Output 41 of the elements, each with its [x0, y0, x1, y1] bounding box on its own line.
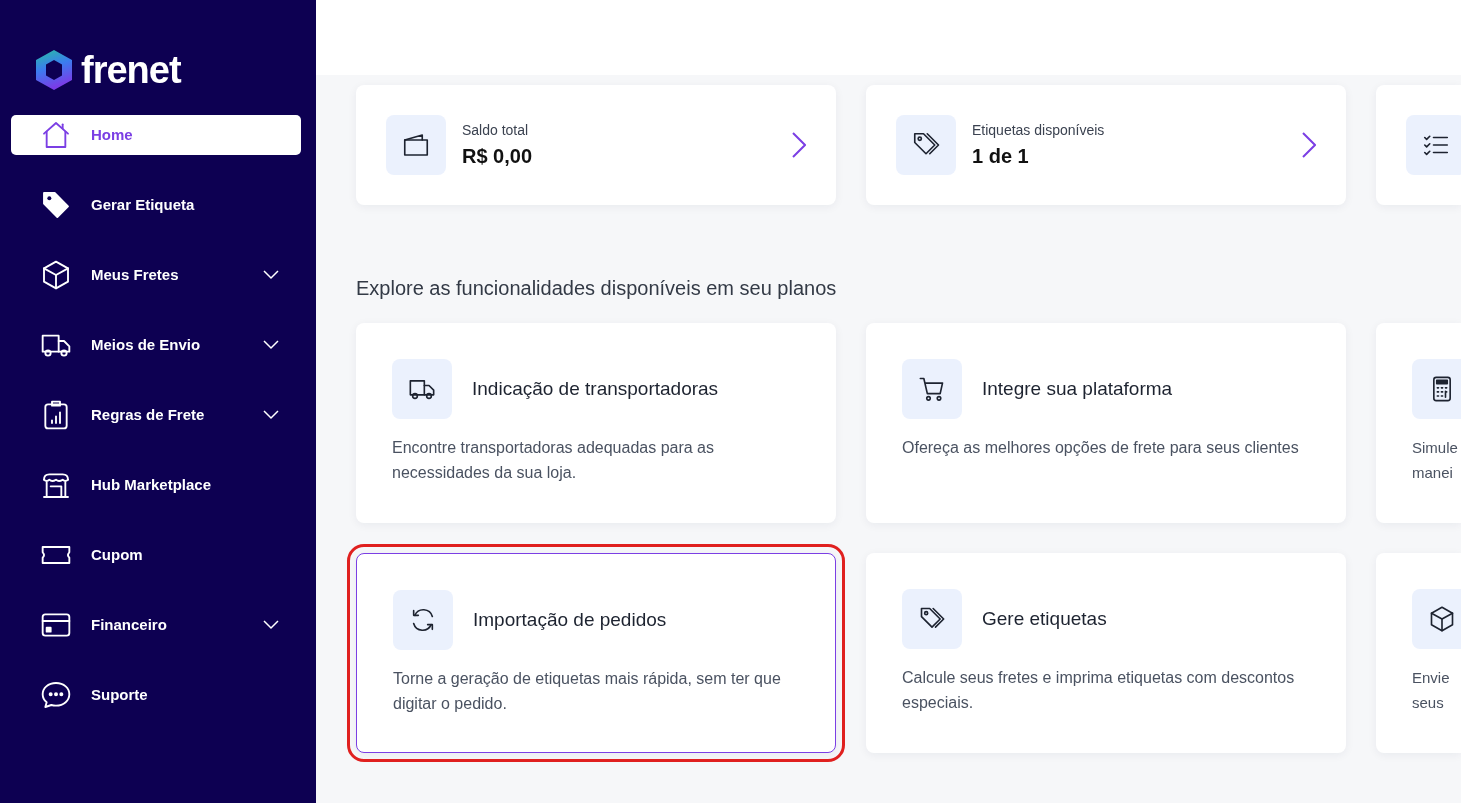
logo-text: frenet [81, 50, 181, 89]
sidebar-item[interactable]: Gerar Etiqueta [11, 185, 301, 225]
logo-icon [35, 49, 73, 90]
feature-description: Calcule seus fretes e imprima etiquetas com descontos especiais. [902, 668, 1296, 713]
sidebar-item[interactable]: Hub Marketplace [11, 465, 301, 505]
summary-value: R$ 0,00 [462, 143, 534, 169]
sidebar-item[interactable]: Home [11, 115, 301, 155]
feature-description: Torne a geração de etiquetas mais rápida, sem ter que digitar o pedido. [393, 669, 782, 714]
sidebar-item[interactable]: Meus Fretes [11, 255, 301, 295]
tag-icon [40, 189, 72, 221]
cart-icon [918, 375, 946, 403]
sidebar-item[interactable]: Regras de Frete [11, 395, 301, 435]
section-title: Explore as funcionalidades disponíveis em seu planos [356, 276, 838, 301]
feature-card[interactable]: Indicação de transportadoras Encontre transportadoras adequadas para as necessidades da sua loja. [356, 323, 836, 523]
sidebar-item[interactable]: Financeiro [11, 605, 301, 645]
summary-value: 1 de 1 [972, 143, 1030, 169]
chat-bubble-icon [40, 679, 72, 711]
feature-description: Envie seus [1412, 668, 1451, 713]
feature-title: Importação de pedidos [473, 607, 667, 632]
feature-title: Gere etiquetas [982, 606, 1107, 631]
feature-card[interactable]: Gere etiquetas Calcule seus fretes e imprima etiquetas com descontos especiais. [866, 553, 1346, 753]
chevron-right-icon [1302, 132, 1316, 158]
home-icon [40, 119, 72, 151]
sidebar-item[interactable]: Cupom [11, 535, 301, 575]
sidebar-item[interactable]: Meios de Envio [11, 325, 301, 365]
summary-label: Etiquetas disponíveis [972, 120, 1106, 140]
box-icon [1428, 605, 1456, 633]
feature-description: Simule manei [1412, 438, 1459, 483]
summary-card[interactable]: Saldo total R$ 0,00 [356, 85, 836, 205]
summary-card[interactable]: Etiquetas disponíveis 1 de 1 [866, 85, 1346, 205]
feature-title: Indicação de transportadoras [472, 376, 719, 401]
sidebar-item[interactable]: Suporte [11, 675, 301, 715]
chevron-right-icon [792, 132, 806, 158]
feature-card[interactable]: Simule manei [1376, 323, 1461, 523]
feature-description: Ofereça as melhores opções de frete para seus clientes [902, 438, 1300, 458]
feature-card[interactable]: Envie seus [1376, 553, 1461, 753]
feature-title: Integre sua plataforma [982, 376, 1173, 401]
box-icon [40, 259, 72, 291]
summary-label: Saldo total [462, 120, 530, 140]
feature-card[interactable]: Integre sua plataforma Ofereça as melhores opções de frete para seus clientes [866, 323, 1346, 523]
feature-description: Encontre transportadoras adequadas para as necessidades da sua loja. [392, 438, 715, 483]
